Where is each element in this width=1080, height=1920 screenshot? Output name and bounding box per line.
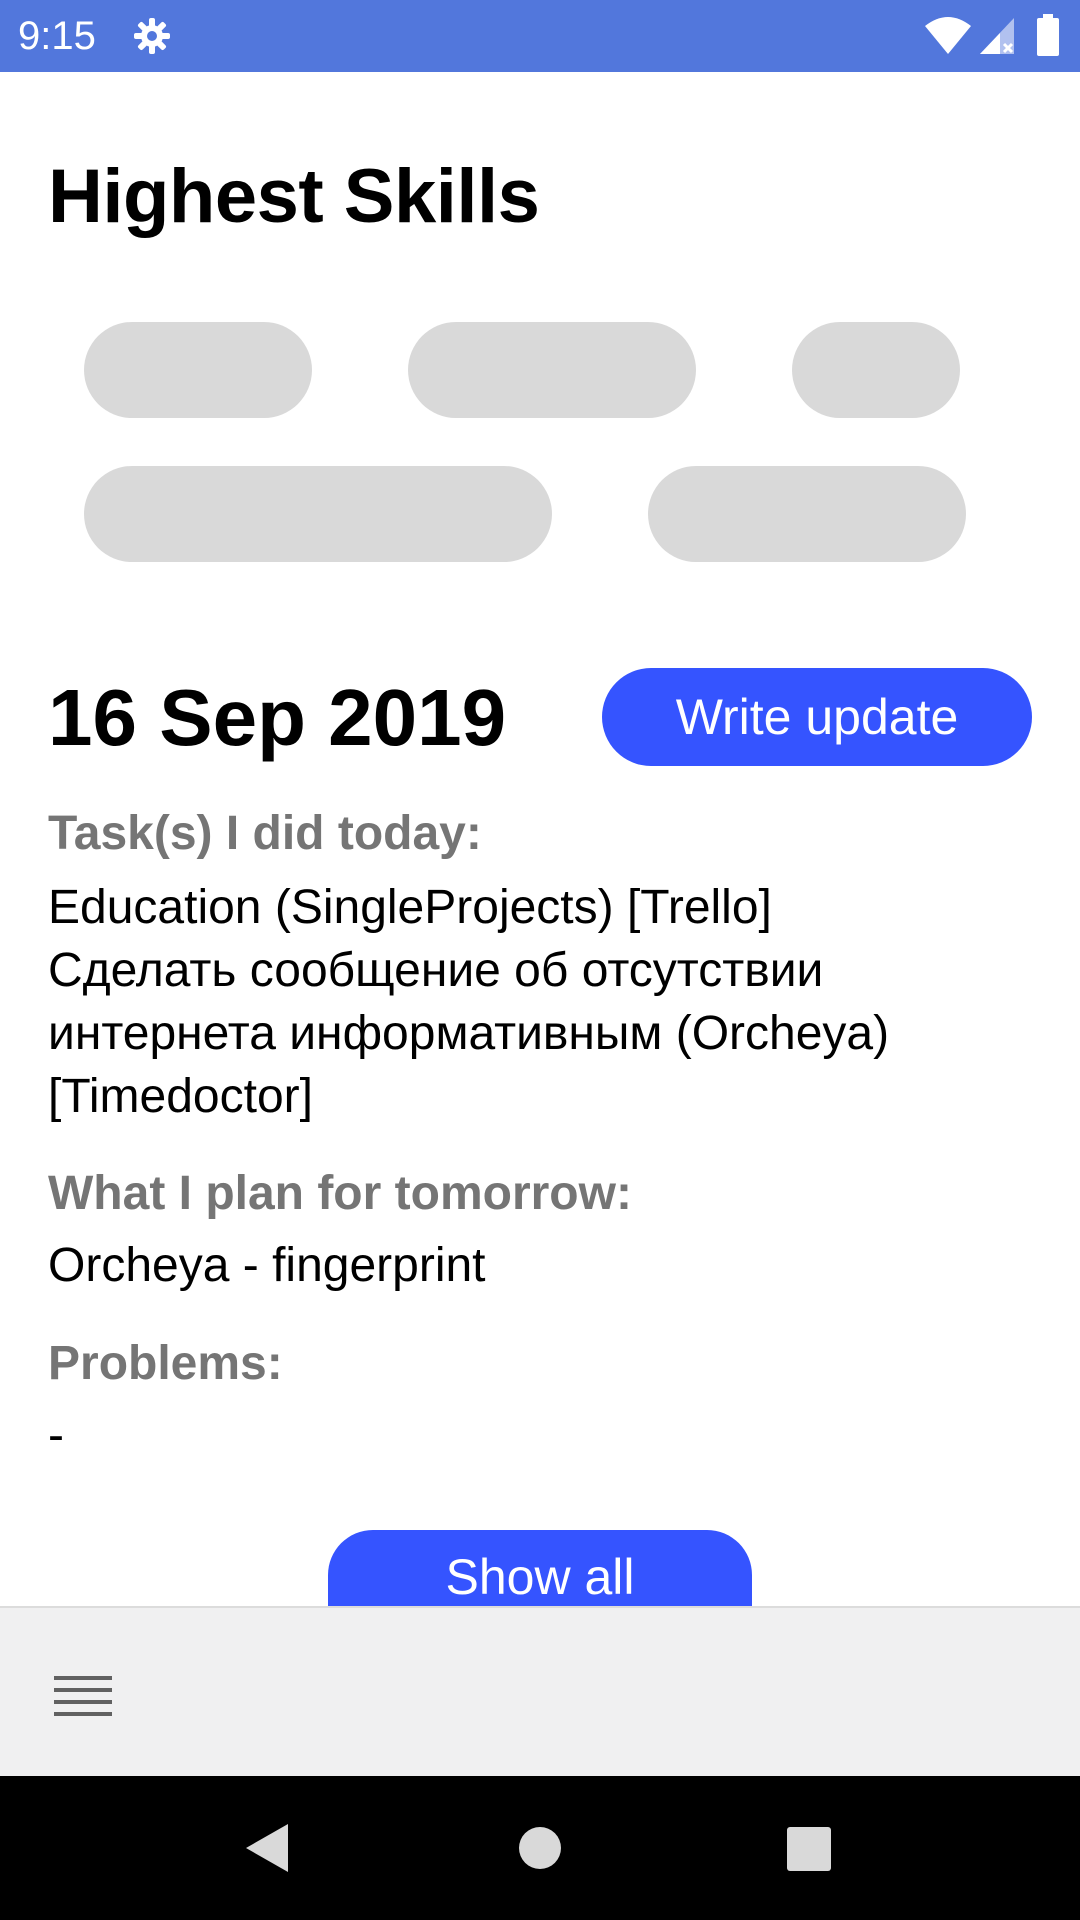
gear-icon: [134, 18, 170, 54]
back-icon[interactable]: [244, 1822, 290, 1874]
plan-text: Orcheya - fingerprint: [48, 1239, 486, 1292]
problems-text: -: [48, 1409, 64, 1462]
wifi-icon: [925, 17, 971, 54]
skill-chip: [84, 322, 312, 418]
problems-label: Problems:: [48, 1337, 283, 1390]
write-update-button[interactable]: Write update: [602, 668, 1032, 766]
recents-icon[interactable]: [786, 1826, 832, 1872]
tasks-text: Education (SingleProjects) [Trello] Сдел…: [48, 881, 890, 1123]
battery-icon: [1037, 14, 1059, 56]
bottom-app-bar: [0, 1606, 1080, 1776]
screen: 9:15 Highest Skills 16 Sep 2019 Write up…: [0, 0, 1080, 1920]
skill-chip: [792, 322, 960, 418]
report-date: 16 Sep 2019: [48, 673, 507, 762]
signal-icon: [980, 18, 1014, 54]
status-time: 9:15: [18, 14, 96, 58]
system-nav-bar: [0, 1776, 1080, 1920]
home-icon[interactable]: [518, 1826, 562, 1870]
plan-label: What I plan for tomorrow:: [48, 1167, 632, 1220]
skill-chip: [408, 322, 696, 418]
tasks-label: Task(s) I did today:: [48, 807, 482, 860]
skill-chip: [84, 466, 552, 562]
status-bar: 9:15: [0, 0, 1080, 72]
skill-chip: [648, 466, 966, 562]
menu-icon[interactable]: [54, 1674, 112, 1716]
page-title: Highest Skills: [48, 154, 540, 239]
